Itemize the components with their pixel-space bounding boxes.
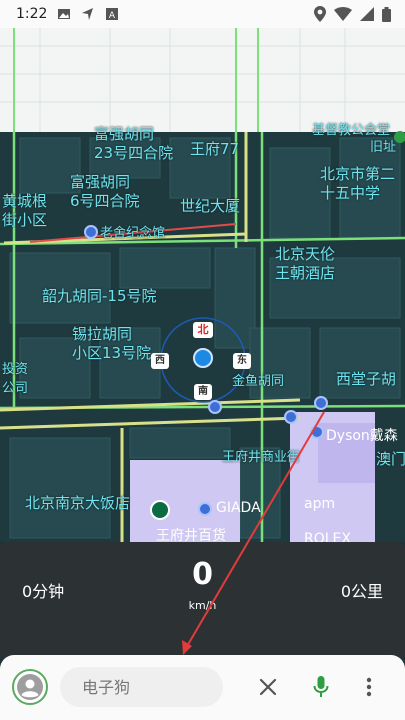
current-location-marker [193, 348, 213, 368]
map-view[interactable]: 富强胡同 23号四合院 王府77 黄城根 街小区 富强胡同 6号四合院 世纪大厦 老舍… [0, 28, 405, 542]
church-icon[interactable] [394, 131, 405, 143]
search-input[interactable] [60, 667, 223, 707]
map-label-huangchenggen[interactable]: 黄城根 街小区 [2, 192, 47, 230]
person-icon [17, 674, 43, 700]
map-label-jiuzhi[interactable]: 旧址 [370, 138, 396, 157]
shopping-icon[interactable] [198, 502, 212, 516]
navigation-arrow-icon [82, 8, 94, 20]
map-label-shiji-dasha[interactable]: 世纪大厦 [180, 197, 240, 216]
distance-remaining: 0公里 [340, 582, 383, 601]
map-label-fuqiang-23[interactable]: 富强胡同 23号四合院 [94, 125, 173, 163]
map-label-laoshe[interactable]: 老舍纪念馆 [100, 224, 165, 243]
wifi-icon [334, 7, 352, 21]
status-bar: 1:22 A [0, 0, 405, 28]
map-label-beijing-no25[interactable]: 北京市第二 十五中学 [320, 165, 395, 203]
a-badge-icon: A [106, 8, 119, 21]
more-vert-icon [366, 677, 372, 697]
battery-icon [382, 6, 391, 22]
close-icon [259, 678, 277, 696]
map-label-wangfujing-street[interactable]: 王府井商业街 [222, 448, 300, 467]
map-label-jinyu[interactable]: 金鱼胡同 [232, 372, 284, 391]
map-canvas [0, 28, 405, 542]
poi-pin-icon[interactable] [208, 400, 222, 414]
map-label-aomen[interactable]: 澳门 [376, 450, 405, 469]
avatar[interactable] [12, 669, 48, 705]
compass-south: 南 [194, 384, 212, 400]
clock: 1:22 [16, 6, 48, 22]
shopping-icon[interactable] [310, 425, 324, 439]
more-menu-button[interactable] [355, 673, 383, 701]
museum-icon[interactable] [84, 225, 98, 239]
map-label-dyson[interactable]: Dyson戴森 [326, 425, 398, 445]
poi-pin-icon[interactable] [284, 410, 298, 424]
map-label-wangfujing-baihuo[interactable]: 王府井百货 [156, 525, 226, 542]
map-label-touzi[interactable]: 投资 公司 [2, 360, 28, 398]
map-label-fuqiang-6[interactable]: 富强胡同 6号四合院 [70, 173, 140, 211]
microphone-icon [313, 676, 329, 697]
compass-west: 西 [151, 353, 169, 369]
map-label-beijing-tianlun[interactable]: 北京天伦 王朝酒店 [275, 245, 335, 283]
map-label-beijing-nanjing[interactable]: 北京南京大饭店 [25, 494, 130, 513]
poi-pin-icon[interactable] [314, 396, 328, 410]
location-pin-icon [314, 6, 326, 22]
map-label-giada[interactable]: GIADA [216, 500, 261, 516]
map-label-church[interactable]: 基督教公会堂 [312, 121, 390, 140]
svg-text:A: A [109, 11, 116, 21]
voice-search-button[interactable] [307, 673, 335, 701]
starbucks-icon[interactable] [150, 500, 170, 520]
compass-north: 北 [193, 322, 213, 338]
map-label-shaojiu[interactable]: 韶九胡同-15号院 [42, 287, 157, 306]
clear-button[interactable] [254, 673, 282, 701]
compass-east: 东 [233, 353, 251, 369]
cell-signal-icon [360, 7, 374, 21]
image-icon [58, 9, 71, 19]
map-label-xitangzi[interactable]: 西堂子胡 [336, 370, 396, 389]
map-label-rolex[interactable]: ROLEX [304, 531, 351, 542]
map-label-wangfu77[interactable]: 王府77 [190, 140, 239, 159]
speed-panel: 0分钟 0 km/h 0公里 [0, 542, 405, 658]
bottom-search-bar [0, 655, 405, 720]
map-label-xila[interactable]: 锡拉胡同 小区13号院 [72, 325, 151, 363]
map-label-apm[interactable]: apm [304, 496, 335, 512]
